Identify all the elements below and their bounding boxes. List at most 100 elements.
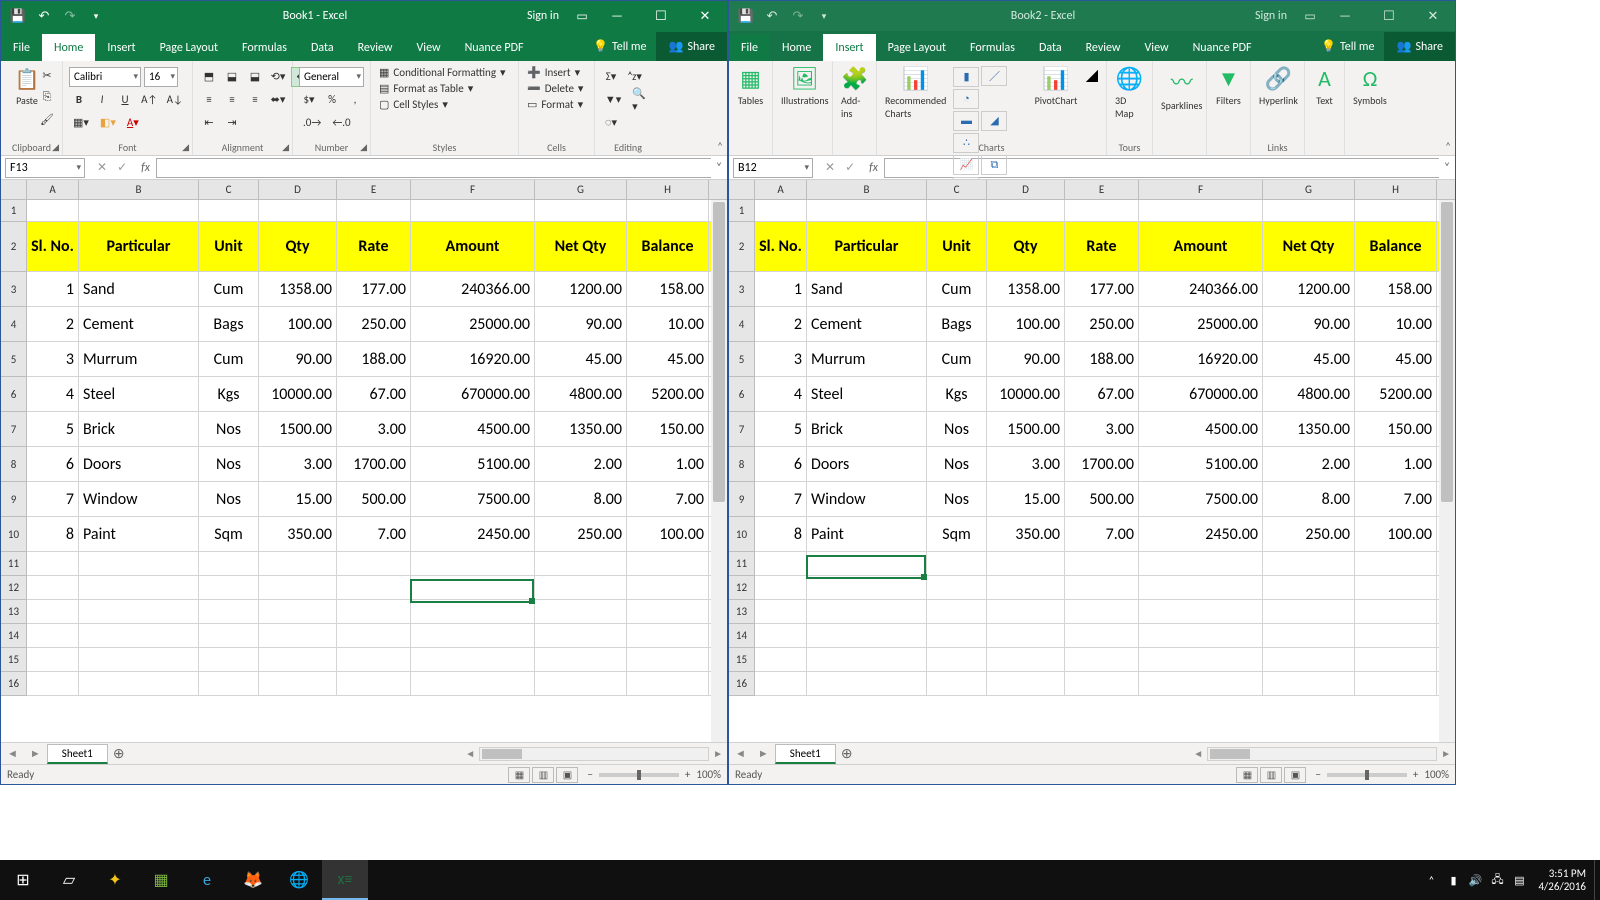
table-cell[interactable] bbox=[535, 576, 627, 599]
table-cell[interactable] bbox=[535, 672, 627, 695]
table-cell[interactable]: 250.00 bbox=[1065, 307, 1139, 341]
table-cell[interactable] bbox=[927, 672, 987, 695]
tab-insert[interactable]: Insert bbox=[95, 34, 147, 61]
table-cell[interactable] bbox=[27, 672, 79, 695]
maximize-button[interactable]: ☐ bbox=[639, 1, 683, 31]
table-cell[interactable]: Cum bbox=[927, 342, 987, 376]
sheet-nav-prev-icon[interactable]: ◄ bbox=[729, 747, 752, 760]
table-cell[interactable]: 3.00 bbox=[987, 447, 1065, 481]
table-cell[interactable]: 25000.00 bbox=[1139, 307, 1263, 341]
undo-icon[interactable]: ↶ bbox=[33, 5, 55, 27]
enter-formula-icon[interactable]: ✓ bbox=[117, 160, 127, 175]
table-cell[interactable]: 250.00 bbox=[337, 307, 411, 341]
table-cell[interactable] bbox=[199, 600, 259, 623]
combo-chart-icon[interactable]: ⧉ bbox=[981, 155, 1007, 175]
table-cell[interactable] bbox=[199, 576, 259, 599]
row-header-3[interactable]: 3 bbox=[729, 272, 754, 307]
table-cell[interactable]: 10.00 bbox=[627, 307, 709, 341]
table-cell[interactable]: 177.00 bbox=[1065, 272, 1139, 306]
autosum-icon[interactable]: Σ▾ bbox=[601, 67, 621, 87]
table-cell[interactable]: 2450.00 bbox=[411, 517, 535, 551]
table-cell[interactable]: 7 bbox=[27, 482, 79, 516]
table-cell[interactable]: 67.00 bbox=[337, 377, 411, 411]
table-cell[interactable]: 100.00 bbox=[259, 307, 337, 341]
table-cell[interactable]: 25000.00 bbox=[411, 307, 535, 341]
table-header-cell[interactable]: Net Qty bbox=[535, 222, 627, 271]
table-cell[interactable] bbox=[627, 624, 709, 647]
column-header-A[interactable]: A bbox=[755, 180, 807, 199]
zoom-out-icon[interactable]: − bbox=[1315, 768, 1320, 781]
table-cell[interactable] bbox=[987, 624, 1065, 647]
table-cell[interactable] bbox=[337, 576, 411, 599]
row-header-9[interactable]: 9 bbox=[1, 482, 26, 517]
table-cell[interactable]: 150.00 bbox=[627, 412, 709, 446]
table-cell[interactable]: Steel bbox=[79, 377, 199, 411]
conditional-formatting-button[interactable]: ▦Conditional Formatting ▾ bbox=[377, 65, 512, 80]
borders-icon[interactable]: ▦▾ bbox=[69, 113, 93, 133]
table-cell[interactable] bbox=[337, 624, 411, 647]
hyperlink-button[interactable]: 🔗Hyperlink bbox=[1259, 65, 1298, 107]
table-cell[interactable] bbox=[1263, 600, 1355, 623]
table-cell[interactable] bbox=[535, 624, 627, 647]
table-cell[interactable] bbox=[1065, 552, 1139, 575]
row-header-11[interactable]: 11 bbox=[1, 552, 26, 576]
tab-nuance-pdf[interactable]: Nuance PDF bbox=[453, 34, 536, 61]
row-header-4[interactable]: 4 bbox=[729, 307, 754, 342]
normal-view-icon[interactable]: ▦ bbox=[1236, 767, 1258, 783]
table-cell[interactable]: 5200.00 bbox=[627, 377, 709, 411]
tab-file[interactable]: File bbox=[1, 34, 42, 61]
table-cell[interactable] bbox=[79, 672, 199, 695]
signin-link[interactable]: Sign in bbox=[1245, 9, 1297, 23]
tab-home[interactable]: Home bbox=[770, 34, 823, 61]
table-cell[interactable] bbox=[1139, 600, 1263, 623]
row-header-2[interactable]: 2 bbox=[1, 222, 26, 272]
table-cell[interactable] bbox=[1065, 672, 1139, 695]
align-top-icon[interactable]: ⬒ bbox=[199, 67, 219, 87]
task-view-icon[interactable]: ▱ bbox=[46, 860, 92, 900]
table-cell[interactable] bbox=[1355, 576, 1437, 599]
new-sheet-button[interactable]: ⊕ bbox=[108, 745, 130, 762]
page-layout-view-icon[interactable]: ▥ bbox=[1260, 767, 1282, 783]
edge-icon[interactable]: e bbox=[184, 860, 230, 900]
clipboard-dialog-icon[interactable]: ◢ bbox=[52, 142, 59, 153]
percent-icon[interactable]: % bbox=[322, 90, 342, 110]
column-header-C[interactable]: C bbox=[927, 180, 987, 199]
row-header-6[interactable]: 6 bbox=[1, 377, 26, 412]
table-header-cell[interactable]: Balance bbox=[627, 222, 709, 271]
table-cell[interactable] bbox=[987, 648, 1065, 671]
table-cell[interactable] bbox=[627, 576, 709, 599]
column-header-F[interactable]: F bbox=[411, 180, 535, 199]
table-cell[interactable] bbox=[1065, 576, 1139, 599]
table-cell[interactable]: 3.00 bbox=[1065, 412, 1139, 446]
table-cell[interactable]: 90.00 bbox=[987, 342, 1065, 376]
table-header-cell[interactable]: Amount bbox=[1139, 222, 1263, 271]
table-cell[interactable] bbox=[199, 552, 259, 575]
table-cell[interactable]: 2450.00 bbox=[1139, 517, 1263, 551]
table-cell[interactable] bbox=[755, 552, 807, 575]
format-painter-icon[interactable]: 🖌 bbox=[36, 109, 58, 129]
recommended-charts-button[interactable]: 📊Recommended Charts bbox=[885, 65, 946, 120]
table-header-cell[interactable]: Qty bbox=[259, 222, 337, 271]
chrome-icon[interactable]: 🌐 bbox=[276, 860, 322, 900]
qat-customize-icon[interactable]: ▾ bbox=[85, 5, 107, 27]
table-cell[interactable] bbox=[535, 600, 627, 623]
table-cell[interactable]: 250.00 bbox=[535, 517, 627, 551]
table-cell[interactable]: 177.00 bbox=[337, 272, 411, 306]
new-sheet-button[interactable]: ⊕ bbox=[836, 745, 858, 762]
table-cell[interactable] bbox=[259, 672, 337, 695]
table-cell[interactable]: 100.00 bbox=[627, 517, 709, 551]
number-format-combo[interactable]: General bbox=[299, 67, 364, 87]
sheet-nav-next-icon[interactable]: ► bbox=[752, 747, 775, 760]
table-cell[interactable]: 6 bbox=[27, 447, 79, 481]
table-cell[interactable] bbox=[1263, 624, 1355, 647]
text-button[interactable]: AText bbox=[1313, 65, 1336, 107]
table-cell[interactable]: 15.00 bbox=[259, 482, 337, 516]
system-clock[interactable]: 3:51 PM 4/26/2016 bbox=[1530, 867, 1594, 893]
name-box[interactable]: B12 bbox=[733, 158, 813, 178]
table-cell[interactable] bbox=[411, 648, 535, 671]
row-header-12[interactable]: 12 bbox=[729, 576, 754, 600]
font-size-combo[interactable]: 16 bbox=[144, 67, 178, 87]
cancel-formula-icon[interactable]: ✕ bbox=[97, 160, 107, 175]
table-cell[interactable]: 7.00 bbox=[627, 482, 709, 516]
table-cell[interactable] bbox=[807, 600, 927, 623]
